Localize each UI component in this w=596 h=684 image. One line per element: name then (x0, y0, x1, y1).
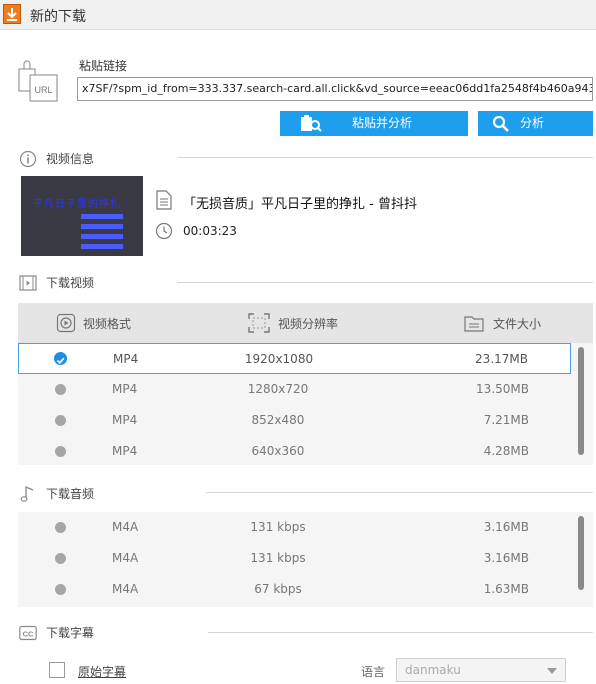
chevron-down-icon (547, 668, 557, 674)
analyze-label: 分析 (520, 116, 545, 130)
video-thumbnail: 平凡日子里的挣扎 (21, 176, 143, 256)
info-icon (19, 150, 37, 168)
svg-text:URL: URL (34, 85, 52, 95)
document-icon (155, 190, 173, 210)
format-icon (56, 313, 76, 333)
audio-option-row[interactable]: M4A 67 kbps 1.63MB (18, 574, 571, 605)
video-list-scrollbar[interactable] (578, 347, 584, 455)
video-format: MP4 (112, 413, 138, 427)
audio-size: 1.63MB (483, 582, 529, 596)
language-select[interactable]: danmaku (396, 658, 566, 682)
radio-dot[interactable] (55, 584, 66, 595)
analyze-button[interactable]: 分析 (478, 111, 593, 136)
audio-size: 3.16MB (483, 520, 529, 534)
clock-icon (155, 222, 173, 240)
paste-and-analyze-label: 粘贴并分析 (352, 116, 413, 130)
divider (178, 157, 593, 158)
download-subtitle-section-header: CC 下载字幕 (19, 622, 109, 642)
original-subtitle-checkbox[interactable] (49, 662, 65, 678)
audio-bitrate: 131 kbps (250, 520, 306, 534)
video-size: 23.17MB (475, 352, 528, 366)
download-audio-title: 下载音频 (46, 487, 95, 501)
audio-option-row[interactable]: M4A 131 kbps 3.16MB (18, 543, 571, 574)
video-title: 「无损音质」平凡日子里的挣扎 - 曾抖抖 (183, 197, 417, 212)
audio-list-scrollbar[interactable] (578, 516, 584, 590)
paste-and-analyze-button[interactable]: 粘贴并分析 (280, 111, 468, 136)
audio-format: M4A (112, 520, 139, 534)
video-table-header: 视频格式 视频分辨率 文件大小 (18, 303, 593, 343)
video-info-section-header: 视频信息 (19, 148, 99, 168)
video-resolution: 1280x720 (247, 382, 309, 396)
video-list: MP4 1920x1080 23.17MB MP4 1280x720 13.50… (18, 343, 593, 465)
video-size: 7.21MB (483, 413, 529, 427)
video-size: 13.50MB (476, 382, 529, 396)
language-value: danmaku (405, 663, 461, 677)
video-option-row[interactable]: MP4 640x360 4.28MB (18, 436, 571, 467)
thumbnail-caption: 平凡日子里的挣扎 (33, 199, 121, 210)
video-resolution: 852x480 (251, 413, 305, 427)
video-info-title: 视频信息 (46, 152, 95, 166)
audio-format: M4A (112, 582, 139, 596)
video-resolution: 640x360 (251, 444, 305, 458)
video-duration: 00:03:23 (183, 224, 237, 238)
audio-option-row[interactable]: M4A 131 kbps 3.16MB (18, 512, 571, 543)
download-app-icon (3, 4, 21, 24)
divider (177, 282, 593, 283)
video-option-row[interactable]: MP4 1920x1080 23.17MB (18, 343, 571, 374)
radio-dot[interactable] (55, 415, 66, 426)
download-audio-section-header: 下载音频 (19, 483, 109, 503)
download-video-section-header: 下载视频 (19, 272, 109, 292)
clipboard-search-icon (300, 115, 322, 141)
music-note-icon (19, 485, 37, 503)
radio-dot[interactable] (55, 553, 66, 564)
video-format: MP4 (112, 382, 138, 396)
title-bar: 新的下载 (0, 0, 596, 30)
video-option-row[interactable]: MP4 1280x720 13.50MB (18, 374, 571, 405)
selected-check-icon (54, 352, 67, 365)
divider (206, 492, 593, 493)
paste-link-label: 粘贴链接 (79, 59, 128, 73)
svg-text:CC: CC (23, 630, 34, 639)
video-format: MP4 (113, 352, 139, 366)
audio-bitrate: 131 kbps (250, 551, 306, 565)
search-icon (492, 115, 510, 141)
radio-dot[interactable] (55, 522, 66, 533)
radio-dot[interactable] (55, 446, 66, 457)
radio-dot[interactable] (55, 384, 66, 395)
audio-bitrate: 67 kbps (254, 582, 302, 596)
video-size: 4.28MB (483, 444, 529, 458)
audio-list: M4A 131 kbps 3.16MB M4A 131 kbps 3.16MB … (18, 512, 593, 607)
closed-caption-icon: CC (19, 624, 37, 642)
language-label: 语言 (361, 665, 386, 679)
divider (208, 632, 593, 633)
folder-icon (464, 313, 484, 333)
video-format: MP4 (112, 444, 138, 458)
header-file-size[interactable]: 文件大小 (493, 315, 541, 332)
video-resolution: 1920x1080 (244, 352, 314, 366)
download-video-title: 下载视频 (46, 276, 95, 290)
video-file-icon (19, 274, 37, 292)
header-video-format[interactable]: 视频格式 (83, 315, 131, 332)
url-icon: URL (18, 55, 60, 103)
url-input[interactable]: x7SF/?spm_id_from=333.337.search-card.al… (77, 77, 593, 101)
window-title: 新的下载 (30, 9, 86, 25)
video-option-row[interactable]: MP4 852x480 7.21MB (18, 405, 571, 436)
original-subtitle-label[interactable]: 原始字幕 (78, 663, 126, 680)
resolution-icon (248, 313, 270, 333)
header-video-resolution[interactable]: 视频分辨率 (278, 315, 338, 332)
audio-size: 3.16MB (483, 551, 529, 565)
audio-format: M4A (112, 551, 139, 565)
download-subtitle-title: 下载字幕 (46, 626, 95, 640)
